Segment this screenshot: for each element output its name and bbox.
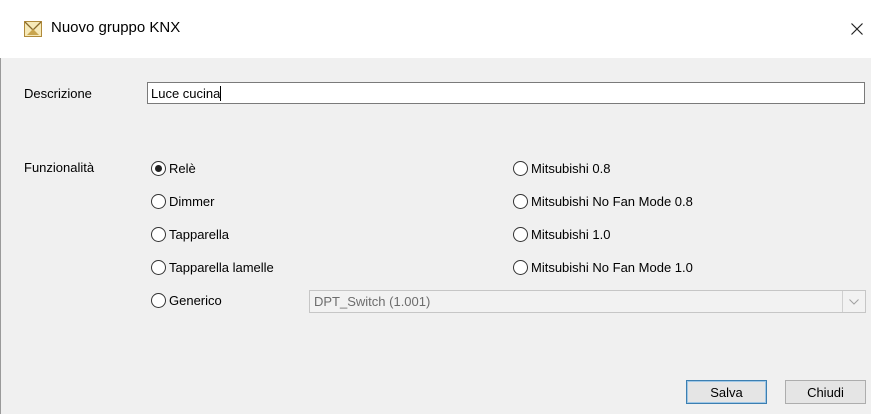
title-bar: Nuovo gruppo KNX: [0, 0, 871, 58]
radio-label: Mitsubishi 1.0: [531, 226, 611, 242]
radio-button: [151, 259, 166, 275]
radio-button-selected: [151, 160, 166, 176]
radio-tapparella[interactable]: Tapparella: [151, 225, 229, 243]
radio-label: Generico: [169, 292, 222, 308]
dropdown-button[interactable]: [842, 291, 865, 312]
generic-type-value: DPT_Switch (1.001): [314, 294, 431, 309]
radio-label: Mitsubishi 0.8: [531, 160, 611, 176]
description-label: Descrizione: [24, 86, 92, 101]
radio-label: Tapparella: [169, 226, 229, 242]
window-border: [0, 0, 1, 414]
window-title: Nuovo gruppo KNX: [51, 19, 181, 36]
radio-button: [151, 292, 166, 308]
close-button[interactable]: Chiudi: [785, 380, 866, 404]
save-button[interactable]: Salva: [686, 380, 767, 404]
radio-label: Dimmer: [169, 193, 215, 209]
radio-label: Mitsubishi No Fan Mode 1.0: [531, 259, 693, 275]
radio-button: [151, 226, 166, 242]
close-window-button[interactable]: [842, 13, 871, 45]
radio-tapparella-lamelle[interactable]: Tapparella lamelle: [151, 258, 274, 276]
radio-button: [513, 193, 528, 209]
radio-button: [513, 226, 528, 242]
description-input[interactable]: Luce cucina: [147, 82, 865, 104]
radio-dimmer[interactable]: Dimmer: [151, 192, 215, 210]
generic-type-select[interactable]: DPT_Switch (1.001): [309, 290, 866, 313]
radio-button: [513, 160, 528, 176]
radio-generico[interactable]: Generico: [151, 291, 222, 309]
radio-rele[interactable]: Relè: [151, 159, 196, 177]
text-caret: [220, 86, 222, 101]
radio-button: [513, 259, 528, 275]
radio-label: Mitsubishi No Fan Mode 0.8: [531, 193, 693, 209]
radio-mitsubishi-0-8[interactable]: Mitsubishi 0.8: [513, 159, 610, 177]
radio-button: [151, 193, 166, 209]
knx-app-icon: [24, 21, 42, 37]
radio-label: Relè: [169, 160, 196, 176]
close-icon: [850, 23, 863, 35]
radio-mitsubishi-no-fan-0-8[interactable]: Mitsubishi No Fan Mode 0.8: [513, 192, 693, 210]
functionality-label: Funzionalità: [24, 160, 95, 175]
description-value: Luce cucina: [151, 86, 221, 101]
chevron-down-icon: [849, 298, 859, 305]
radio-label: Tapparella lamelle: [169, 259, 274, 275]
radio-mitsubishi-1-0[interactable]: Mitsubishi 1.0: [513, 225, 610, 243]
radio-mitsubishi-no-fan-1-0[interactable]: Mitsubishi No Fan Mode 1.0: [513, 258, 693, 276]
